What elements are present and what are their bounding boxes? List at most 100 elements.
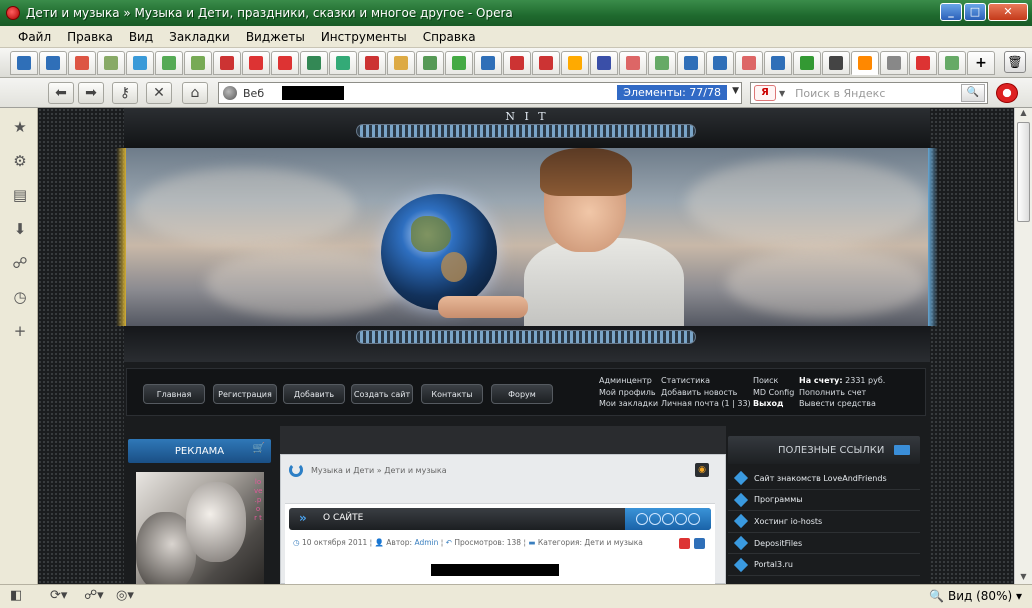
back-icon[interactable]: ⬅ [48, 82, 74, 104]
notes-icon[interactable]: ▤ [11, 186, 29, 204]
browser-tab[interactable] [445, 50, 473, 75]
list-item[interactable]: Хостинг io-hosts [728, 511, 920, 533]
list-item[interactable]: Portal3.ru [728, 554, 920, 576]
menu-tools[interactable]: Инструменты [313, 30, 415, 44]
ad-banner-image[interactable]: lo ve .p o r t [136, 472, 264, 584]
browser-tab[interactable] [590, 50, 618, 75]
browser-tab[interactable] [706, 50, 734, 75]
list-item[interactable]: Программы [728, 490, 920, 512]
link-withdraw[interactable]: Вывести средства [799, 398, 885, 410]
forward-icon[interactable]: ➡ [78, 82, 104, 104]
browser-tab[interactable] [213, 50, 241, 75]
browser-tab[interactable] [938, 50, 966, 75]
sync-icon[interactable]: ⟳▾ [50, 588, 67, 603]
browser-tab[interactable] [39, 50, 67, 75]
turbo-icon[interactable]: ☍▾ [84, 588, 104, 603]
scroll-up-icon[interactable]: ▲ [1017, 108, 1030, 120]
nav-home[interactable]: Главная [143, 384, 205, 404]
key-icon[interactable]: ⚷ [112, 82, 138, 104]
home-icon[interactable]: ⌂ [182, 82, 208, 104]
browser-tab[interactable] [387, 50, 415, 75]
browser-tab[interactable] [619, 50, 647, 75]
links-icon[interactable]: ☍ [11, 254, 29, 272]
browser-tab[interactable] [532, 50, 560, 75]
chevron-down-icon[interactable]: ▼ [732, 86, 739, 96]
browser-tab[interactable] [329, 50, 357, 75]
browser-tab[interactable] [271, 50, 299, 75]
vertical-scrollbar[interactable]: ▲ ▼ [1014, 108, 1032, 584]
site-logo[interactable]: N I T [124, 110, 930, 123]
close-window-button[interactable]: ✕ [988, 3, 1028, 21]
browser-tab[interactable] [822, 50, 850, 75]
link-private-mail[interactable]: Личная почта (1 | 33) [661, 398, 751, 410]
history-icon[interactable]: ◷ [11, 288, 29, 306]
browser-tab[interactable] [648, 50, 676, 75]
browser-tab[interactable] [764, 50, 792, 75]
scroll-down-icon[interactable]: ▼ [1017, 572, 1030, 584]
link-add-news[interactable]: Добавить новость [661, 387, 751, 399]
browser-tab[interactable] [358, 50, 386, 75]
new-tab-button[interactable]: + [967, 50, 995, 75]
chevron-down-icon[interactable]: ▼ [779, 89, 785, 98]
browser-tab[interactable] [126, 50, 154, 75]
downloads-icon[interactable]: ⬇ [11, 220, 29, 238]
unite-icon[interactable]: ◎▾ [116, 588, 134, 603]
bookmarks-icon[interactable]: ★ [11, 118, 29, 136]
browser-tab[interactable] [880, 50, 908, 75]
nav-create-site[interactable]: Создать сайт [351, 384, 413, 404]
menu-view[interactable]: Вид [121, 30, 161, 44]
elements-counter[interactable]: Элементы: 77/78 [617, 85, 727, 100]
link-search[interactable]: Поиск [753, 375, 794, 387]
browser-tab[interactable] [155, 50, 183, 75]
menu-help[interactable]: Справка [415, 30, 484, 44]
link-md-config[interactable]: MD Config [753, 387, 794, 399]
maximize-button[interactable]: □ [964, 3, 986, 21]
browser-tab[interactable] [97, 50, 125, 75]
browser-tab[interactable] [851, 50, 879, 75]
browser-tab[interactable] [909, 50, 937, 75]
link-statistics[interactable]: Статистика [661, 375, 751, 387]
search-icon[interactable]: 🔍 [961, 84, 985, 102]
scroll-thumb[interactable] [1017, 122, 1030, 222]
list-item[interactable]: DepositFiles [728, 533, 920, 555]
rss-icon[interactable]: ◉ [695, 463, 709, 477]
breadcrumb-text[interactable]: Музыка и Дети » Дети и музыка [311, 466, 447, 475]
browser-tab[interactable] [677, 50, 705, 75]
link-my-profile[interactable]: Мой профиль [599, 387, 658, 399]
list-item[interactable]: Сайт знакомств LoveAndFriends [728, 468, 920, 490]
menu-file[interactable]: Файл [10, 30, 59, 44]
zoom-control[interactable]: 🔍 Вид (80%) ▾ [929, 589, 1022, 603]
nav-forum[interactable]: Форум [491, 384, 553, 404]
panel-toggle-icon[interactable]: ◧ [10, 588, 22, 603]
category-link[interactable]: Дети и музыка [584, 538, 643, 547]
rating-stars[interactable] [625, 508, 711, 530]
browser-tab[interactable] [242, 50, 270, 75]
browser-tab[interactable] [10, 50, 38, 75]
link-admin-center[interactable]: Админцентр [599, 375, 658, 387]
link-my-bookmarks[interactable]: Мои закладки [599, 398, 658, 410]
address-field[interactable]: Веб Элементы: 77/78 ▼ [218, 82, 742, 104]
widgets-icon[interactable]: ⚙ [11, 152, 29, 170]
search-engine-icon[interactable]: Я [754, 85, 776, 101]
opera-logo-icon[interactable] [6, 6, 20, 20]
browser-tab[interactable] [561, 50, 589, 75]
opera-menu-icon[interactable] [996, 83, 1018, 103]
link-top-up[interactable]: Пополнить счет [799, 387, 885, 399]
browser-tab[interactable] [474, 50, 502, 75]
browser-tab[interactable] [793, 50, 821, 75]
nav-add[interactable]: Добавить [283, 384, 345, 404]
search-box[interactable]: Я ▼ Поиск в Яндекс 🔍 [750, 82, 988, 104]
menu-edit[interactable]: Правка [59, 30, 121, 44]
article-title[interactable]: О САЙТЕ [323, 513, 363, 523]
minimize-button[interactable]: _ [940, 3, 962, 21]
browser-tab[interactable] [503, 50, 531, 75]
nav-register[interactable]: Регистрация [213, 384, 277, 404]
add-panel-icon[interactable]: + [11, 322, 29, 340]
browser-tab[interactable] [68, 50, 96, 75]
edit-icon[interactable] [694, 538, 705, 549]
trash-icon[interactable]: 🗑 [1004, 51, 1026, 73]
browser-tab[interactable] [735, 50, 763, 75]
link-logout[interactable]: Выход [753, 398, 794, 410]
browser-tab[interactable] [300, 50, 328, 75]
browser-tab[interactable] [416, 50, 444, 75]
